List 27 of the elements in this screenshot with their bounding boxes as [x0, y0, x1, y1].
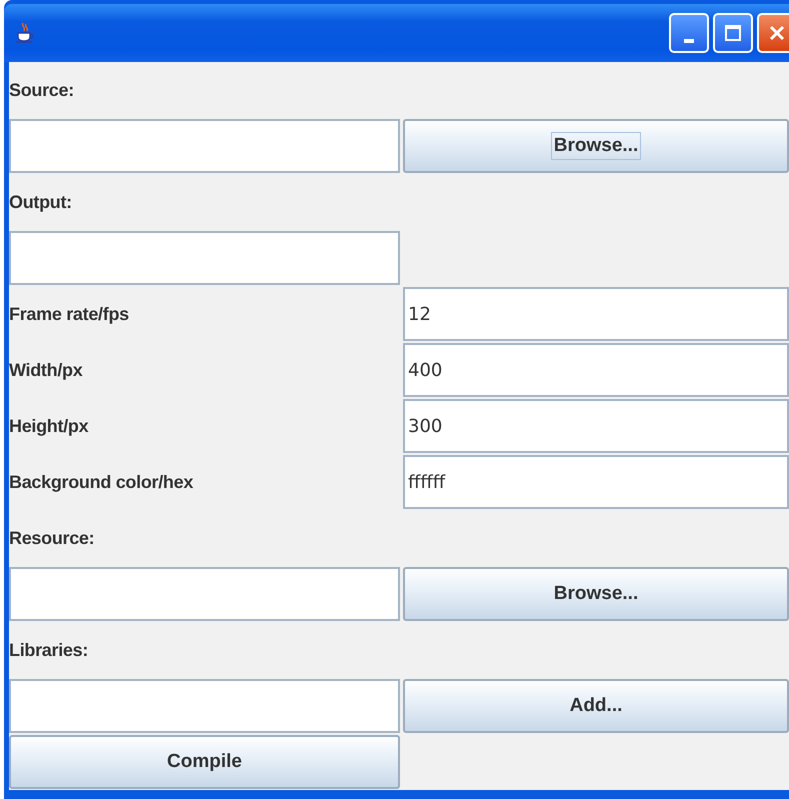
- field-label: Source:: [9, 78, 75, 102]
- input-field[interactable]: 300: [403, 399, 789, 453]
- coffee-cup-icon: [14, 21, 36, 45]
- maximize-icon: [725, 25, 741, 41]
- field-label: Resource:: [9, 526, 96, 550]
- button[interactable]: Compile: [9, 735, 400, 789]
- maximize-button[interactable]: [713, 13, 753, 53]
- field-label: Background color/hex: [9, 470, 194, 494]
- field-label: Height/px: [9, 414, 90, 438]
- input-field[interactable]: ffffff: [403, 455, 789, 509]
- input-field[interactable]: [9, 119, 400, 173]
- minimize-icon: [684, 39, 694, 43]
- minimize-button[interactable]: [669, 13, 709, 53]
- field-label: Output:: [9, 190, 73, 214]
- field-label: Width/px: [9, 358, 84, 382]
- close-icon: [769, 25, 785, 41]
- close-button[interactable]: [757, 13, 789, 53]
- input-field[interactable]: [9, 567, 400, 621]
- button[interactable]: Browse...: [403, 567, 789, 621]
- input-field[interactable]: [9, 231, 400, 285]
- field-label: Libraries:: [9, 638, 90, 662]
- input-field[interactable]: 12: [403, 287, 789, 341]
- button[interactable]: Add...: [403, 679, 789, 733]
- field-label: Frame rate/fps: [9, 302, 130, 326]
- button[interactable]: Browse...: [403, 119, 789, 173]
- input-field[interactable]: 400: [403, 343, 789, 397]
- input-field[interactable]: [9, 679, 400, 733]
